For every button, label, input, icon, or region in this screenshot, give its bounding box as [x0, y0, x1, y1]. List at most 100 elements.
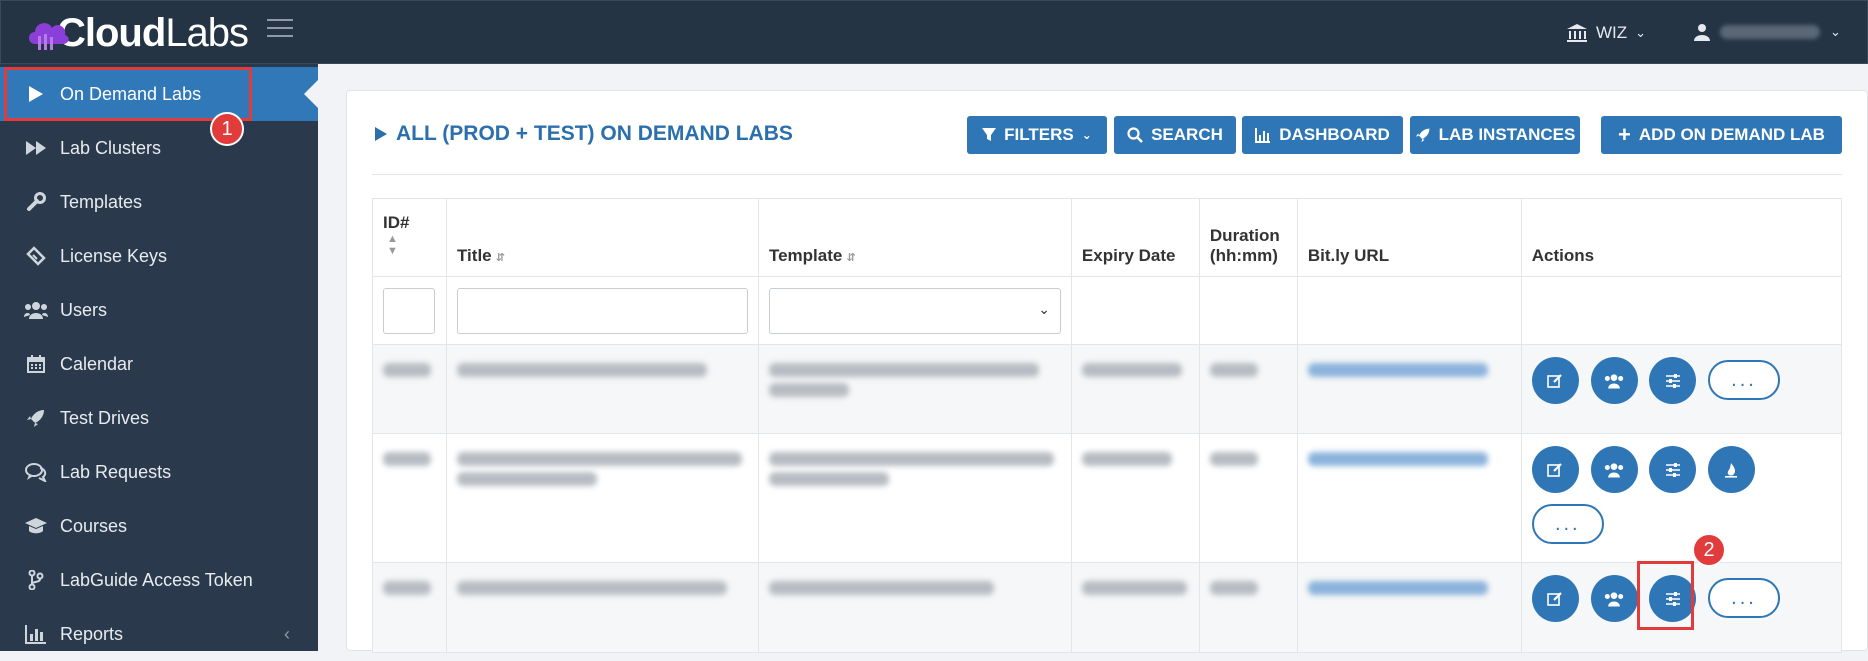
more-actions-button[interactable]: ...	[1531, 504, 1604, 544]
sidebar-item-label: Templates	[60, 191, 143, 212]
sidebar-item-reports[interactable]: Reports ‹	[0, 607, 318, 661]
title-cell-redacted	[456, 363, 707, 377]
sidebar-item-users[interactable]: Users	[0, 283, 318, 337]
deploy-button[interactable]	[1707, 446, 1755, 493]
fast-forward-icon	[22, 140, 50, 156]
user-menu[interactable]: ⌄	[1694, 23, 1841, 41]
step-badge-2: 2	[1692, 533, 1726, 567]
edit-lab-button[interactable]	[1531, 357, 1579, 404]
table-header-row: ID# ▲ ▼ Title ⇵ Template ⇵ Expiry Date Durat…	[372, 198, 1843, 277]
sidebar-item-lab-clusters[interactable]: Lab Clusters	[0, 121, 318, 175]
table-row: ...	[372, 433, 1843, 563]
users-icon	[1604, 462, 1624, 477]
id-filter-input[interactable]	[383, 287, 435, 334]
template-cell-redacted	[768, 383, 849, 397]
template-cell-redacted	[768, 363, 1039, 377]
bitly-link-redacted[interactable]	[1307, 363, 1488, 377]
expiry-cell-redacted	[1081, 581, 1187, 595]
lab-users-button[interactable]	[1590, 575, 1638, 622]
top-navbar: CloudLabs WIZ ⌄ ⌄	[0, 0, 1868, 64]
sidebar-item-lab-requests[interactable]: Lab Requests	[0, 445, 318, 499]
sort-icon: ▲ ▼	[387, 233, 398, 257]
duration-cell-redacted	[1209, 581, 1258, 595]
lab-instances-button[interactable]: LAB INSTANCES	[1410, 116, 1580, 154]
bitly-link-redacted[interactable]	[1307, 581, 1488, 595]
sidebar-item-label: Test Drives	[60, 407, 150, 428]
highlight-box-step-2	[1637, 561, 1694, 630]
template-cell-redacted	[768, 581, 994, 595]
filter-icon	[982, 128, 997, 141]
highlight-box-step-1	[4, 67, 252, 121]
users-icon	[1604, 373, 1624, 388]
logo-text: CloudLabs	[57, 10, 249, 55]
title-cell-redacted	[456, 452, 742, 466]
column-header-title[interactable]: Title ⇵	[445, 198, 759, 277]
sidebar-item-label: Lab Clusters	[60, 137, 162, 158]
sidebar-item-labguide-access-token[interactable]: LabGuide Access Token	[0, 553, 318, 607]
lab-users-button[interactable]	[1590, 357, 1638, 404]
edit-lab-button[interactable]	[1531, 446, 1579, 493]
column-header-bitly-url: Bit.ly URL	[1296, 198, 1522, 277]
id-cell-redacted	[383, 581, 431, 595]
edit-icon	[1547, 462, 1563, 477]
template-cell-redacted	[768, 472, 889, 486]
cloud-logo-icon	[29, 23, 69, 50]
column-header-actions: Actions	[1520, 198, 1843, 277]
sidebar-item-label: Lab Requests	[60, 461, 172, 482]
sidebar-item-label: Reports	[60, 623, 124, 644]
column-header-expiry-date: Expiry Date	[1070, 198, 1200, 277]
expiry-cell-redacted	[1081, 363, 1182, 377]
lab-settings-button[interactable]	[1649, 357, 1697, 404]
sidebar: On Demand Labs Lab Clusters Templates Li…	[0, 64, 318, 651]
chevron-down-icon: ⌄	[1081, 128, 1092, 142]
chevron-left-icon[interactable]: ‹	[284, 624, 290, 645]
filters-button[interactable]: FILTERS ⌄	[967, 116, 1107, 154]
sidebar-item-label: Courses	[60, 515, 128, 536]
sidebar-item-license-keys[interactable]: License Keys	[0, 229, 318, 283]
branch-icon	[22, 570, 50, 590]
more-actions-button[interactable]: ...	[1707, 360, 1780, 400]
sliders-icon	[1665, 462, 1680, 477]
template-filter-select[interactable]: ⌄	[768, 287, 1061, 334]
bar-chart-icon	[22, 624, 50, 644]
rocket-icon	[1415, 128, 1430, 143]
bitly-link-redacted[interactable]	[1307, 452, 1488, 466]
step-badge-1: 1	[210, 112, 244, 146]
title-filter-input[interactable]	[456, 287, 748, 334]
org-switcher[interactable]: WIZ ⌄	[1566, 23, 1646, 43]
table-row: ...	[372, 562, 1843, 653]
caret-right-icon	[375, 127, 387, 141]
table-row: ...	[372, 344, 1843, 434]
user-name-redacted	[1720, 25, 1820, 39]
sidebar-item-courses[interactable]: Courses	[0, 499, 318, 553]
ticket-icon	[22, 246, 50, 266]
org-label: WIZ	[1596, 23, 1628, 42]
sort-icon: ⇵	[846, 252, 856, 264]
title-cell-redacted	[456, 581, 727, 595]
lab-settings-button[interactable]	[1649, 446, 1697, 493]
column-header-id[interactable]: ID# ▲ ▼	[372, 198, 447, 277]
rocket-icon	[22, 408, 50, 428]
sidebar-item-templates[interactable]: Templates	[0, 175, 318, 229]
page-title: ALL (PROD + TEST) ON DEMAND LABS	[374, 122, 793, 146]
edit-icon	[1547, 591, 1563, 606]
add-on-demand-lab-button[interactable]: + ADD ON DEMAND LAB	[1601, 116, 1842, 154]
more-actions-button[interactable]: ...	[1707, 578, 1780, 618]
sidebar-item-label: Users	[60, 299, 108, 320]
dashboard-button[interactable]: DASHBOARD	[1242, 116, 1403, 154]
lab-users-button[interactable]	[1590, 446, 1638, 493]
users-icon	[22, 301, 50, 319]
filter-row: ⌄	[372, 276, 1843, 345]
user-icon	[1694, 24, 1710, 41]
search-icon	[1127, 127, 1143, 143]
edit-lab-button[interactable]	[1531, 575, 1579, 622]
sliders-icon	[1665, 373, 1680, 388]
column-header-template[interactable]: Template ⇵	[757, 198, 1072, 277]
template-cell-redacted	[768, 452, 1054, 466]
cloudlabs-logo[interactable]: CloudLabs	[25, 7, 249, 59]
menu-toggle-icon[interactable]	[267, 19, 293, 41]
sidebar-item-calendar[interactable]: Calendar	[0, 337, 318, 391]
sidebar-item-test-drives[interactable]: Test Drives	[0, 391, 318, 445]
expiry-cell-redacted	[1081, 452, 1172, 466]
search-button[interactable]: SEARCH	[1114, 116, 1236, 154]
